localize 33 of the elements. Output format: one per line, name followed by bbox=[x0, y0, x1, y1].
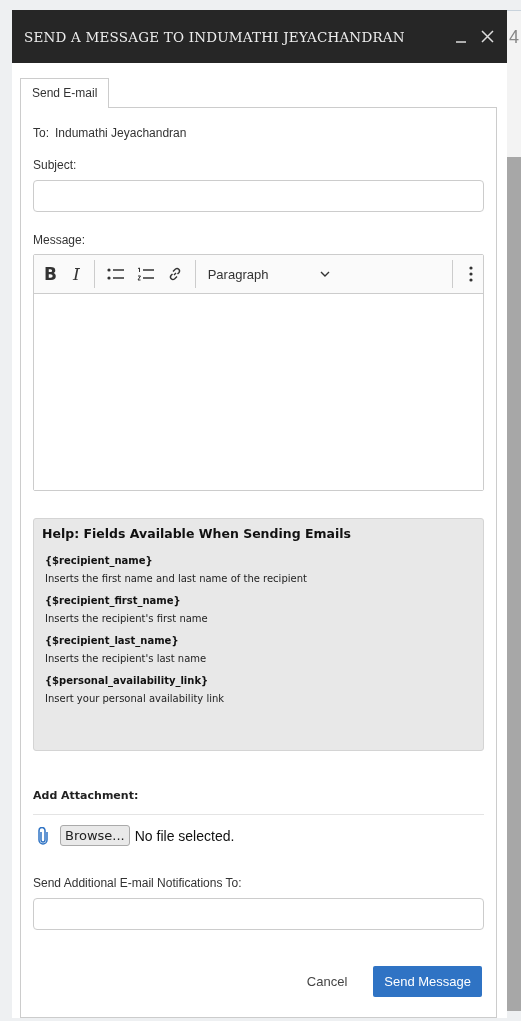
send-button[interactable]: Send Message bbox=[373, 966, 482, 997]
more-options-icon[interactable] bbox=[469, 266, 473, 282]
caret-icon bbox=[319, 271, 330, 277]
field-token: {$recipient_name} bbox=[45, 555, 154, 566]
attachment-label: Add Attachment: bbox=[33, 789, 140, 802]
field-description: Insert your personal availability link bbox=[45, 693, 226, 704]
italic-button[interactable]: I bbox=[70, 264, 82, 284]
notifications-label: Send Additional E-mail Notifications To: bbox=[33, 876, 243, 890]
field-description: Inserts the recipient's last name bbox=[45, 653, 208, 664]
bulleted-list-icon[interactable] bbox=[106, 267, 125, 281]
cancel-button[interactable]: Cancel bbox=[300, 973, 354, 990]
field-token: {$recipient_first_name} bbox=[45, 595, 182, 606]
bold-button[interactable]: B bbox=[42, 264, 59, 284]
paragraph-dropdown[interactable]: Paragraph bbox=[207, 266, 340, 282]
file-status: No file selected. bbox=[134, 827, 235, 844]
paperclip-icon bbox=[38, 826, 48, 845]
help-title: Help: Fields Available When Sending Emails bbox=[42, 526, 352, 541]
message-label: Message: bbox=[33, 233, 87, 247]
field-description: Inserts the first name and last name of the recipient bbox=[45, 573, 308, 584]
browse-button[interactable]: Browse... bbox=[60, 825, 130, 846]
field-description: Inserts the recipient's first name bbox=[45, 613, 209, 624]
field-token: {$personal_availability_link} bbox=[45, 675, 210, 686]
background-text: 4 bbox=[509, 27, 520, 49]
notifications-field[interactable] bbox=[33, 898, 484, 930]
to-label: To: bbox=[33, 126, 49, 140]
subject-field[interactable] bbox=[33, 180, 484, 212]
subject-label: Subject: bbox=[33, 158, 78, 172]
tab[interactable]: Send E-mail bbox=[20, 78, 110, 108]
field-token: {$recipient_last_name} bbox=[45, 635, 180, 646]
close-icon[interactable] bbox=[481, 30, 494, 43]
window-title: SEND A MESSAGE TO INDUMATHI JEYACHANDRAN bbox=[24, 28, 406, 45]
recipient-name: Indumathi Jeyachandran bbox=[55, 126, 187, 140]
numbered-list-icon[interactable] bbox=[136, 267, 155, 281]
